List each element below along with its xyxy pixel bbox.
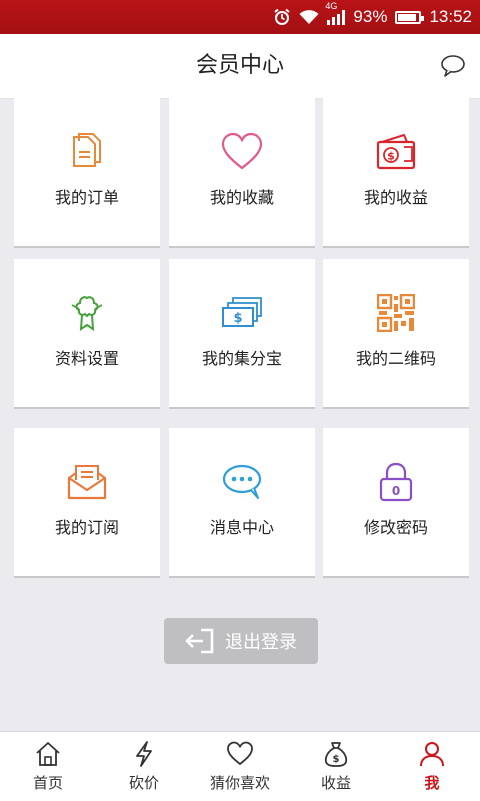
tab-bargain[interactable]: 砍价 xyxy=(96,732,192,801)
wifi-icon xyxy=(299,10,319,24)
card-my-orders[interactable]: 我的订单 xyxy=(14,98,160,248)
header: 会员中心 xyxy=(0,34,480,99)
card-message-center[interactable]: 消息中心 xyxy=(169,428,315,578)
status-bar: 4G 93% 13:52 xyxy=(0,0,480,34)
tab-me[interactable]: 我 xyxy=(384,732,480,801)
tab-label: 收益 xyxy=(320,774,351,792)
order-document-icon xyxy=(73,133,101,167)
card-label: 我的订单 xyxy=(54,188,119,207)
qr-code-icon xyxy=(377,294,415,332)
logout-button[interactable]: 退出登录 xyxy=(164,618,318,664)
card-label: 修改密码 xyxy=(363,518,428,537)
tab-label: 砍价 xyxy=(128,774,159,792)
card-label: 消息中心 xyxy=(209,518,274,537)
card-label: 我的二维码 xyxy=(355,349,436,368)
heart-icon xyxy=(227,741,253,766)
padlock-icon: 0 xyxy=(379,462,413,502)
chat-bubble-icon xyxy=(222,464,262,499)
user-icon xyxy=(420,742,444,767)
card-label: 我的收益 xyxy=(363,188,428,207)
svg-text:$: $ xyxy=(233,311,242,326)
card-label: 我的集分宝 xyxy=(201,349,282,368)
logout-label: 退出登录 xyxy=(225,632,297,653)
card-my-earnings[interactable]: $ 我的收益 xyxy=(323,98,469,248)
network-type-label: 4G xyxy=(325,1,338,11)
tab-guess-you-like[interactable]: 猜你喜欢 xyxy=(192,732,288,801)
card-label: 我的订阅 xyxy=(54,518,119,537)
lightning-icon xyxy=(136,741,152,767)
card-my-qr-code[interactable]: 我的二维码 xyxy=(323,259,469,409)
card-label: 我的收藏 xyxy=(209,188,274,207)
card-my-favorites[interactable]: 我的收藏 xyxy=(169,98,315,248)
chat-bubble-icon[interactable] xyxy=(440,53,466,79)
mail-envelope-icon xyxy=(67,465,107,500)
bottom-tab-bar: 首页 砍价 猜你喜欢 $ 收益 我 xyxy=(0,731,480,801)
svg-text:$: $ xyxy=(333,754,340,765)
tab-label: 我 xyxy=(424,774,440,792)
svg-text:$: $ xyxy=(387,150,395,163)
card-profile-settings[interactable]: 资料设置 xyxy=(14,259,160,409)
tab-label: 猜你喜欢 xyxy=(209,774,270,792)
money-bag-icon: $ xyxy=(324,742,348,767)
cell-signal-icon xyxy=(327,9,346,25)
tab-home[interactable]: 首页 xyxy=(0,732,96,801)
card-label: 资料设置 xyxy=(54,349,119,368)
svg-text:0: 0 xyxy=(392,484,400,498)
battery-icon xyxy=(395,10,425,24)
tab-label: 首页 xyxy=(32,774,63,792)
logout-icon xyxy=(185,628,214,654)
tab-earnings[interactable]: $ 收益 xyxy=(288,732,384,801)
clock: 13:52 xyxy=(429,7,472,26)
page-title: 会员中心 xyxy=(195,53,284,78)
alarm-icon xyxy=(274,8,291,25)
battery-percent: 93% xyxy=(353,7,388,26)
home-icon xyxy=(36,742,60,766)
card-my-jifenbao[interactable]: $ 我的集分宝 xyxy=(169,259,315,409)
profile-badge-icon xyxy=(71,296,103,331)
wallet-money-icon: $ xyxy=(376,133,416,170)
cash-stack-icon: $ xyxy=(222,297,262,327)
card-change-password[interactable]: 0 修改密码 xyxy=(323,428,469,578)
card-my-subscriptions[interactable]: 我的订阅 xyxy=(14,428,160,578)
heart-icon xyxy=(221,133,263,170)
